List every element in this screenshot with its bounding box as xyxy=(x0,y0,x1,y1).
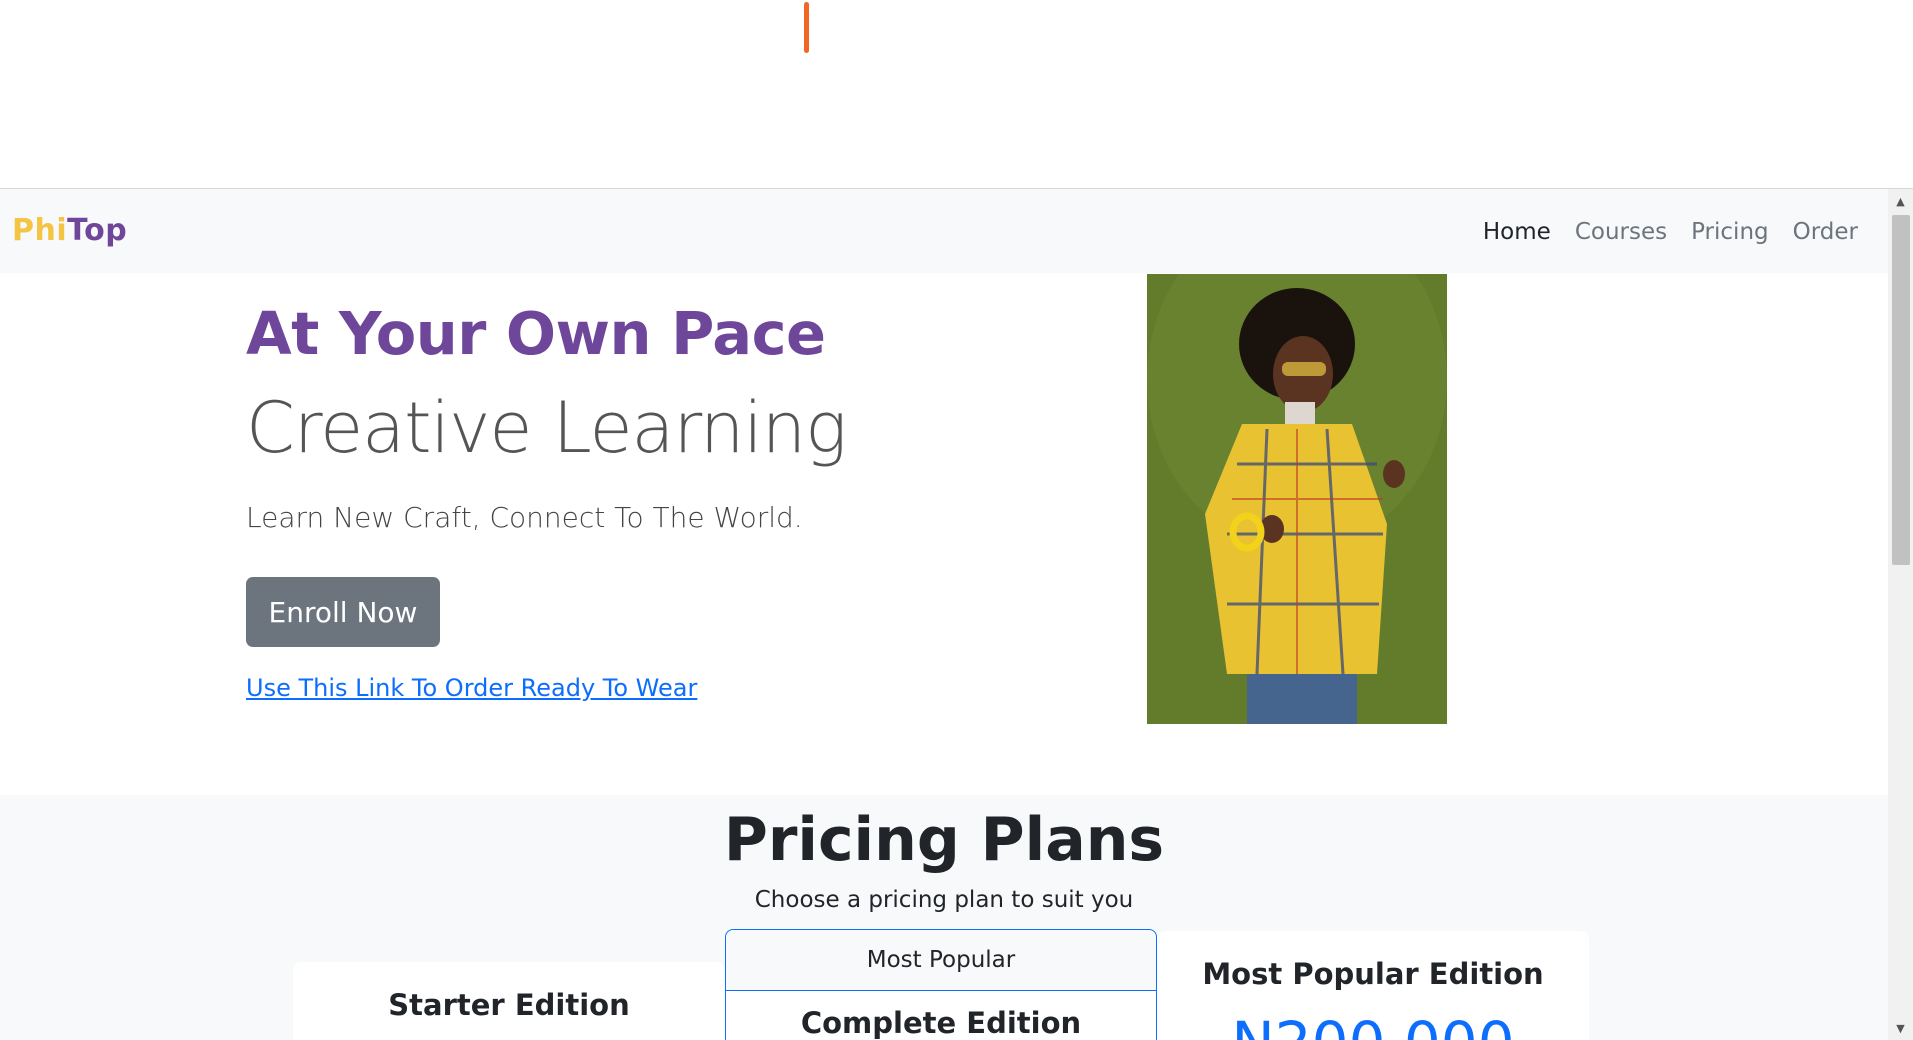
scroll-down-arrow-icon[interactable]: ▼ xyxy=(1888,1016,1913,1040)
nav-links: Home Courses Pricing Order xyxy=(1483,219,1858,245)
pricing-card-starter: Starter Edition xyxy=(293,962,725,1040)
nav-link-home[interactable]: Home xyxy=(1483,219,1551,245)
page-scrollbar[interactable]: ▲ ▼ xyxy=(1888,189,1913,1040)
brand-logo[interactable]: PhiTop xyxy=(12,213,127,248)
nav-link-order[interactable]: Order xyxy=(1793,219,1858,245)
pricing-section: Pricing Plans Choose a pricing plan to s… xyxy=(0,795,1888,1040)
brand-logo-part2: Top xyxy=(67,213,128,248)
enroll-now-button[interactable]: Enroll Now xyxy=(246,577,440,647)
nav-link-pricing[interactable]: Pricing xyxy=(1691,219,1769,245)
hero-headline: At Your Own Pace xyxy=(246,299,826,368)
plan-name: Complete Edition xyxy=(800,1006,1082,1040)
hero-tagline: Learn New Craft, Connect To The World. xyxy=(246,501,803,534)
plan-name: Most Popular Edition xyxy=(1202,957,1544,991)
hero-subheadline: Creative Learning xyxy=(246,387,847,469)
pricing-title: Pricing Plans xyxy=(723,805,1165,875)
page-viewport: PhiTop Home Courses Pricing Order At You… xyxy=(0,189,1888,1040)
pricing-card-most-popular: Most Popular Edition N200,000 xyxy=(1157,931,1589,1040)
nav-link-courses[interactable]: Courses xyxy=(1575,219,1667,245)
most-popular-badge: Most Popular xyxy=(726,930,1156,991)
brand-logo-part1: Phi xyxy=(12,213,68,248)
top-blank-area xyxy=(0,0,1913,189)
order-ready-to-wear-link[interactable]: Use This Link To Order Ready To Wear xyxy=(246,674,697,702)
text-cursor-icon xyxy=(804,2,809,53)
scroll-up-arrow-icon[interactable]: ▲ xyxy=(1888,189,1913,213)
plan-price: N200,000 xyxy=(1157,1009,1589,1040)
navbar: PhiTop Home Courses Pricing Order xyxy=(0,189,1888,273)
scrollbar-thumb[interactable] xyxy=(1892,215,1910,565)
pricing-subtitle: Choose a pricing plan to suit you xyxy=(754,887,1134,913)
hero-model-photo xyxy=(1147,274,1447,724)
pricing-card-complete: Most Popular Complete Edition xyxy=(725,929,1157,1040)
hero-model-illustration xyxy=(1147,274,1447,724)
plan-name: Starter Edition xyxy=(388,988,630,1022)
